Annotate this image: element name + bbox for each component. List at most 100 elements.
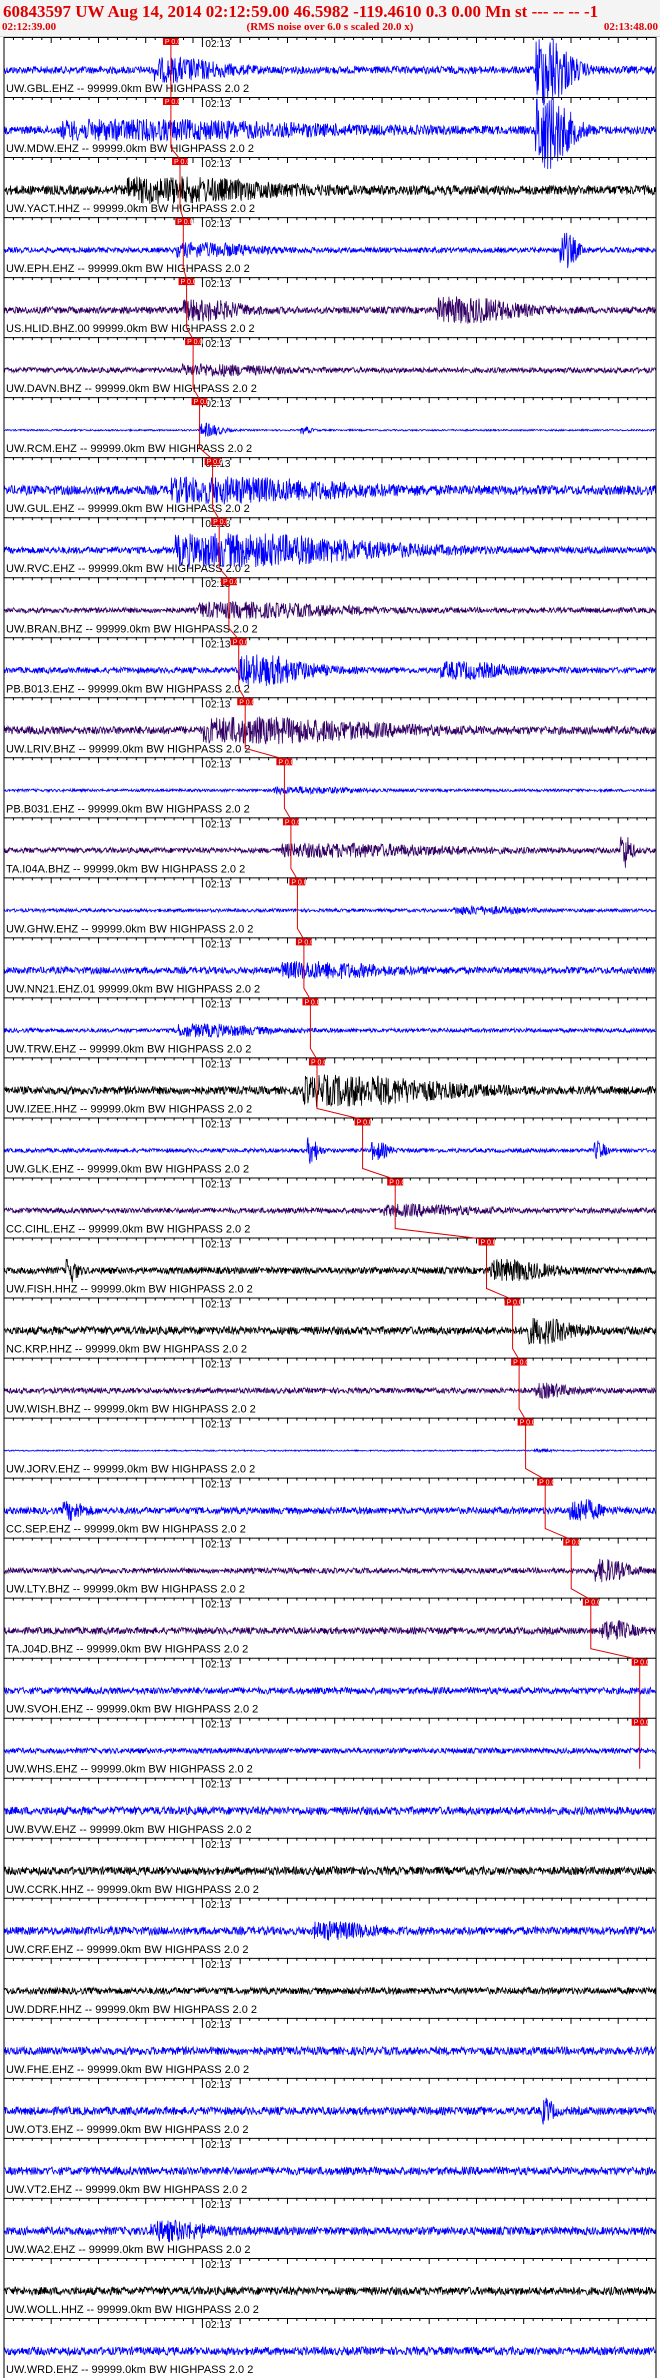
minute-label: 02:13 [205,1300,230,1311]
pick-marker-label: P 0.0 [213,519,229,526]
minute-label: 02:13 [205,2320,230,2331]
trace-label: UW.WISH.BHZ -- 99999.0km BW HIGHPASS 2.0… [6,1404,256,1416]
trace-label: UW.LTY.BHZ -- 99999.0km BW HIGHPASS 2.0 … [6,1584,245,1596]
waveform [3,2285,657,2297]
pick-marker-label: P 0.0 [585,1600,601,1607]
trace-label: UW.SVOH.EHZ -- 99999.0km BW HIGHPASS 2.0… [6,1704,258,1716]
minute-label: 02:13 [205,339,230,350]
pick-marker-label: P 0.0 [357,1119,373,1126]
waveform [3,2045,657,2057]
pick-marker-label: P 0.0 [165,39,181,46]
pick-marker-label: P 0.0 [520,1420,536,1427]
trace-label: CC.CIHL.EHZ -- 99999.0km BW HIGHPASS 2.0… [6,1224,250,1236]
header: 60843597 UW Aug 14, 2014 02:12:59.00 46.… [0,0,660,37]
trace-label: UW.RVC.EHZ -- 99999.0km BW HIGHPASS 2.0 … [6,563,250,575]
waveform [3,1074,657,1108]
trace-label: TA.J04D.BHZ -- 99999.0km BW HIGHPASS 2.0… [6,1644,248,1656]
minute-label: 02:13 [205,1780,230,1791]
trace-label: UW.JORV.EHZ -- 99999.0km BW HIGHPASS 2.0… [6,1464,255,1476]
pick-marker-label: P 0.0 [513,1360,529,1367]
waveform [3,2097,657,2125]
trace-label: UW.WHS.EHZ -- 99999.0km BW HIGHPASS 2.0 … [6,1764,253,1776]
minute-label: 02:13 [205,1600,230,1611]
trace-label: UW.MDW.EHZ -- 99999.0km BW HIGHPASS 2.0 … [6,143,254,155]
minute-label: 02:13 [205,1960,230,1971]
pick-marker-label: P 0.0 [507,1300,523,1307]
waveform [3,1985,657,1996]
waveform [3,654,657,687]
minute-label: 02:13 [205,1900,230,1911]
waveform [3,716,657,745]
waveform [3,1558,657,1583]
seismogram-plot: 02:13 UW.GBL.EHZ -- 99999.0km BW HIGHPASS… [3,37,657,2378]
trace-label: UW.LRIV.BHZ -- 99999.0km BW HIGHPASS 2.0… [6,743,251,755]
trace-label: UW.WA2.EHZ -- 99999.0km BW HIGHPASS 2.0 … [6,2244,251,2256]
waveform [3,905,657,916]
trace-label: UW.DAVN.BHZ -- 99999.0km BW HIGHPASS 2.0… [6,383,257,395]
trace-label: UW.DDRF.HHZ -- 99999.0km BW HIGHPASS 2.0… [6,2004,257,2016]
trace-label: TA.I04A.BHZ -- 99999.0km BW HIGHPASS 2.0… [6,863,245,875]
trace-label: NC.KRP.HHZ -- 99999.0km BW HIGHPASS 2.0 … [6,1344,247,1356]
minute-label: 02:13 [205,2260,230,2271]
pick-marker-label: P 0.0 [181,279,197,286]
scaling-note: (RMS noise over 6.0 s scaled 20.0 x) [246,21,414,33]
trace-label: UW.TRW.EHZ -- 99999.0km BW HIGHPASS 2.0 … [6,1043,251,1055]
trace-label: UW.YACT.HHZ -- 99999.0km BW HIGHPASS 2.0… [6,203,255,215]
pick-marker-label: P 0.0 [233,639,249,646]
pick-marker-label: P 0.0 [634,1720,650,1727]
minute-label: 02:13 [205,699,230,710]
pick-marker-label: P 0.0 [634,1660,650,1667]
minute-label: 02:13 [205,999,230,1010]
waveform [3,1258,657,1283]
pick-marker-label: P 0.0 [285,819,301,826]
pick-marker-label: P 0.0 [291,879,307,886]
minute-label: 02:13 [205,1059,230,1070]
pick-marker-label: P 0.0 [539,1480,555,1487]
minute-label: 02:13 [205,819,230,830]
minute-label: 02:13 [205,1840,230,1851]
event-title: 60843597 UW Aug 14, 2014 02:12:59.00 46.… [3,2,599,21]
waveform [3,2345,657,2357]
trace-label: UW.FHE.EHZ -- 99999.0km BW HIGHPASS 2.0 … [6,2064,249,2076]
waveform [3,176,657,205]
minute-label: 02:13 [205,1720,230,1731]
pick-marker-label: P 0.0 [174,159,190,166]
pick-marker-label: P 0.0 [207,459,223,466]
trace-label: UW.GLK.EHZ -- 99999.0km BW HIGHPASS 2.0 … [6,1163,249,1175]
pick-marker-label: P 0.0 [304,999,320,1006]
waveform [3,600,657,619]
waveform [3,1685,657,1696]
minute-label: 02:13 [205,2080,230,2091]
waveform [3,2165,657,2177]
waveform [3,1317,657,1345]
waveform [3,1499,657,1521]
pick-marker-label: P 0.0 [165,99,181,106]
trace-label: PB.B013.EHZ -- 99999.0km BW HIGHPASS 2.0… [6,683,250,695]
waveform [3,422,657,437]
minute-label: 02:13 [205,1119,230,1130]
minute-label: 02:13 [205,2020,230,2031]
minute-label: 02:13 [205,759,230,770]
minute-label: 02:13 [205,2140,230,2151]
minute-label: 02:13 [205,219,230,230]
trace-label: UW.EPH.EHZ -- 99999.0km BW HIGHPASS 2.0 … [6,263,250,275]
minute-label: 02:13 [205,99,230,110]
trace-label: UW.GHW.EHZ -- 99999.0km BW HIGHPASS 2.0 … [6,923,253,935]
pick-marker-label: P 0.0 [565,1540,581,1547]
trace-label: UW.CCRK.HHZ -- 99999.0km BW HIGHPASS 2.0… [6,1884,259,1896]
trace-label: UW.BVW.EHZ -- 99999.0km BW HIGHPASS 2.0 … [6,1824,252,1836]
waveform [3,1921,657,1941]
waveform [4,1805,657,1817]
minute-label: 02:13 [205,879,230,890]
minute-label: 02:13 [205,159,230,170]
waveform [3,1865,657,1877]
waveform [3,476,657,505]
minute-label: 02:13 [205,1420,230,1431]
pick-marker-label: P 0.0 [223,579,239,586]
trace-label: UW.BRAN.BHZ -- 99999.0km BW HIGHPASS 2.0… [6,623,258,635]
minute-label: 02:13 [205,1540,230,1551]
trace-label: UW.NN21.EHZ.01 99999.0km BW HIGHPASS 2.0… [6,983,260,995]
minute-label: 02:13 [205,1660,230,1671]
trace-label: UW.RCM.EHZ -- 99999.0km BW HIGHPASS 2.0 … [6,443,252,455]
waveform [3,1746,657,1755]
